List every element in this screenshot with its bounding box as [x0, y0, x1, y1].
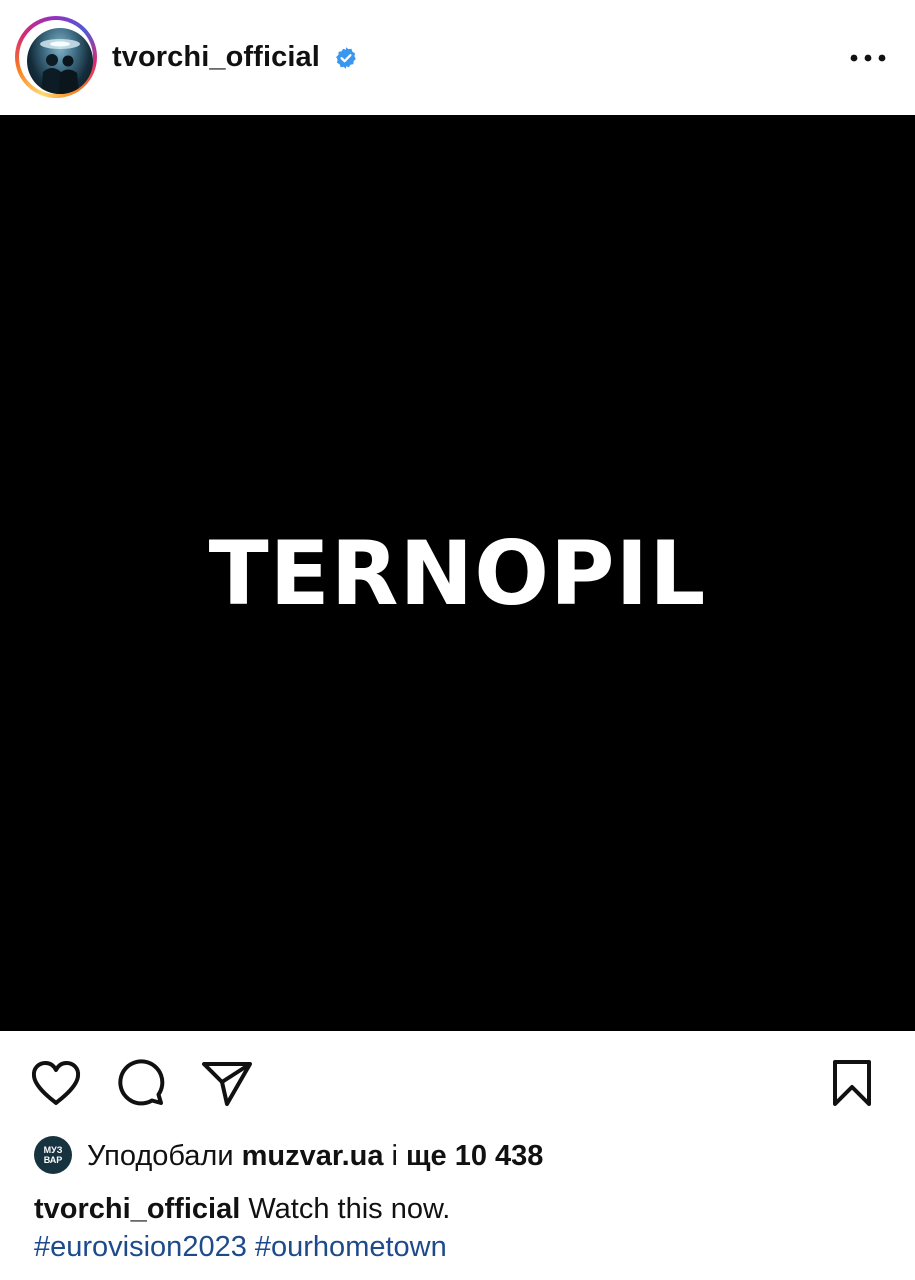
- liker-avatar-line2: ВАР: [43, 1155, 63, 1165]
- hashtag-link[interactable]: #eurovision2023: [34, 1231, 247, 1263]
- caption-text: Watch this now.: [248, 1193, 451, 1225]
- caption-hashtags: #eurovision2023 #ourhometown: [34, 1228, 894, 1266]
- story-ring[interactable]: [15, 16, 97, 98]
- heart-icon[interactable]: [30, 1059, 82, 1107]
- send-icon[interactable]: [201, 1059, 253, 1107]
- likes-text: Уподобали muzvar.ua і ще 10 438: [87, 1138, 543, 1174]
- caption-line: tvorchi_official Watch this now.: [34, 1190, 894, 1228]
- likes-summary: МУЗ ВАР Уподобали muzvar.ua і ще 10 438: [34, 1136, 894, 1176]
- hashtag-link[interactable]: #ourhometown: [255, 1231, 447, 1263]
- more-options-icon[interactable]: [846, 44, 890, 72]
- post-header: tvorchi_official: [0, 0, 915, 115]
- media-title-text: TERNOPIL: [208, 521, 707, 625]
- username[interactable]: tvorchi_official: [112, 40, 320, 74]
- avatar[interactable]: [27, 28, 93, 94]
- liker-avatar-line1: МУЗ: [43, 1145, 63, 1155]
- likes-conjunction: і: [391, 1140, 398, 1172]
- action-bar: [0, 1031, 915, 1131]
- likes-prefix: Уподобали: [87, 1140, 234, 1172]
- avatar-gap: [19, 20, 93, 94]
- post-media[interactable]: TERNOPIL: [0, 115, 915, 1031]
- likes-count[interactable]: ще 10 438: [406, 1140, 543, 1172]
- verified-badge-icon: [336, 47, 356, 69]
- caption-author[interactable]: tvorchi_official: [34, 1193, 240, 1225]
- bookmark-icon[interactable]: [828, 1059, 876, 1107]
- liker-avatar[interactable]: МУЗ ВАР: [34, 1136, 72, 1174]
- avatar-image: [40, 39, 80, 94]
- post-caption: tvorchi_official Watch this now. #eurovi…: [34, 1190, 894, 1266]
- liked-by-username[interactable]: muzvar.ua: [242, 1140, 384, 1172]
- comment-icon[interactable]: [116, 1059, 166, 1107]
